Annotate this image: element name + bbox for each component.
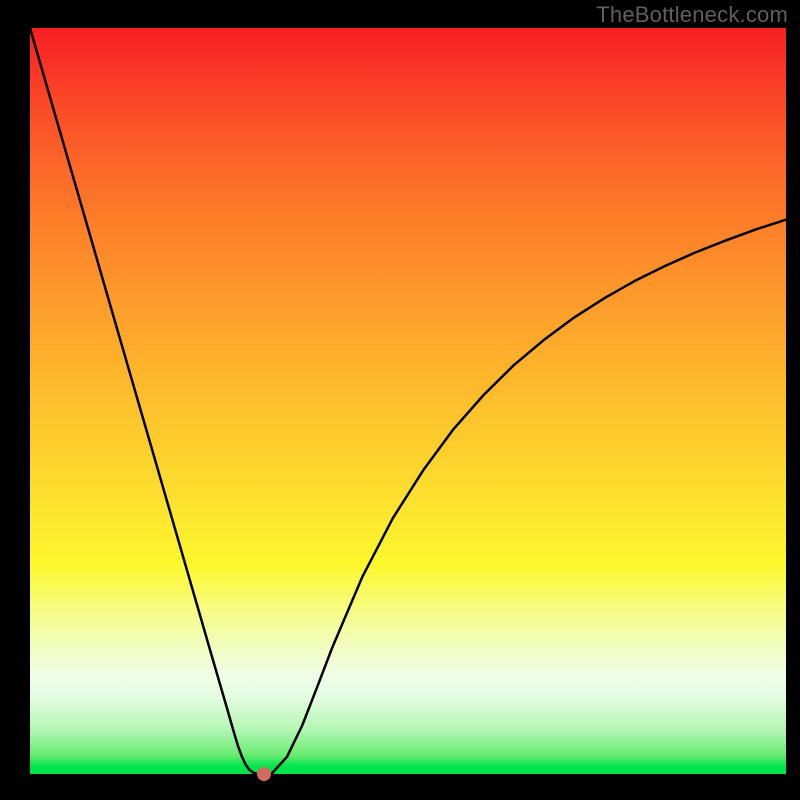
bottleneck-curve bbox=[0, 0, 800, 800]
watermark-text: TheBottleneck.com bbox=[596, 2, 788, 28]
minimum-marker bbox=[257, 767, 271, 781]
chart-frame: TheBottleneck.com bbox=[0, 0, 800, 800]
curve-line bbox=[30, 28, 786, 774]
